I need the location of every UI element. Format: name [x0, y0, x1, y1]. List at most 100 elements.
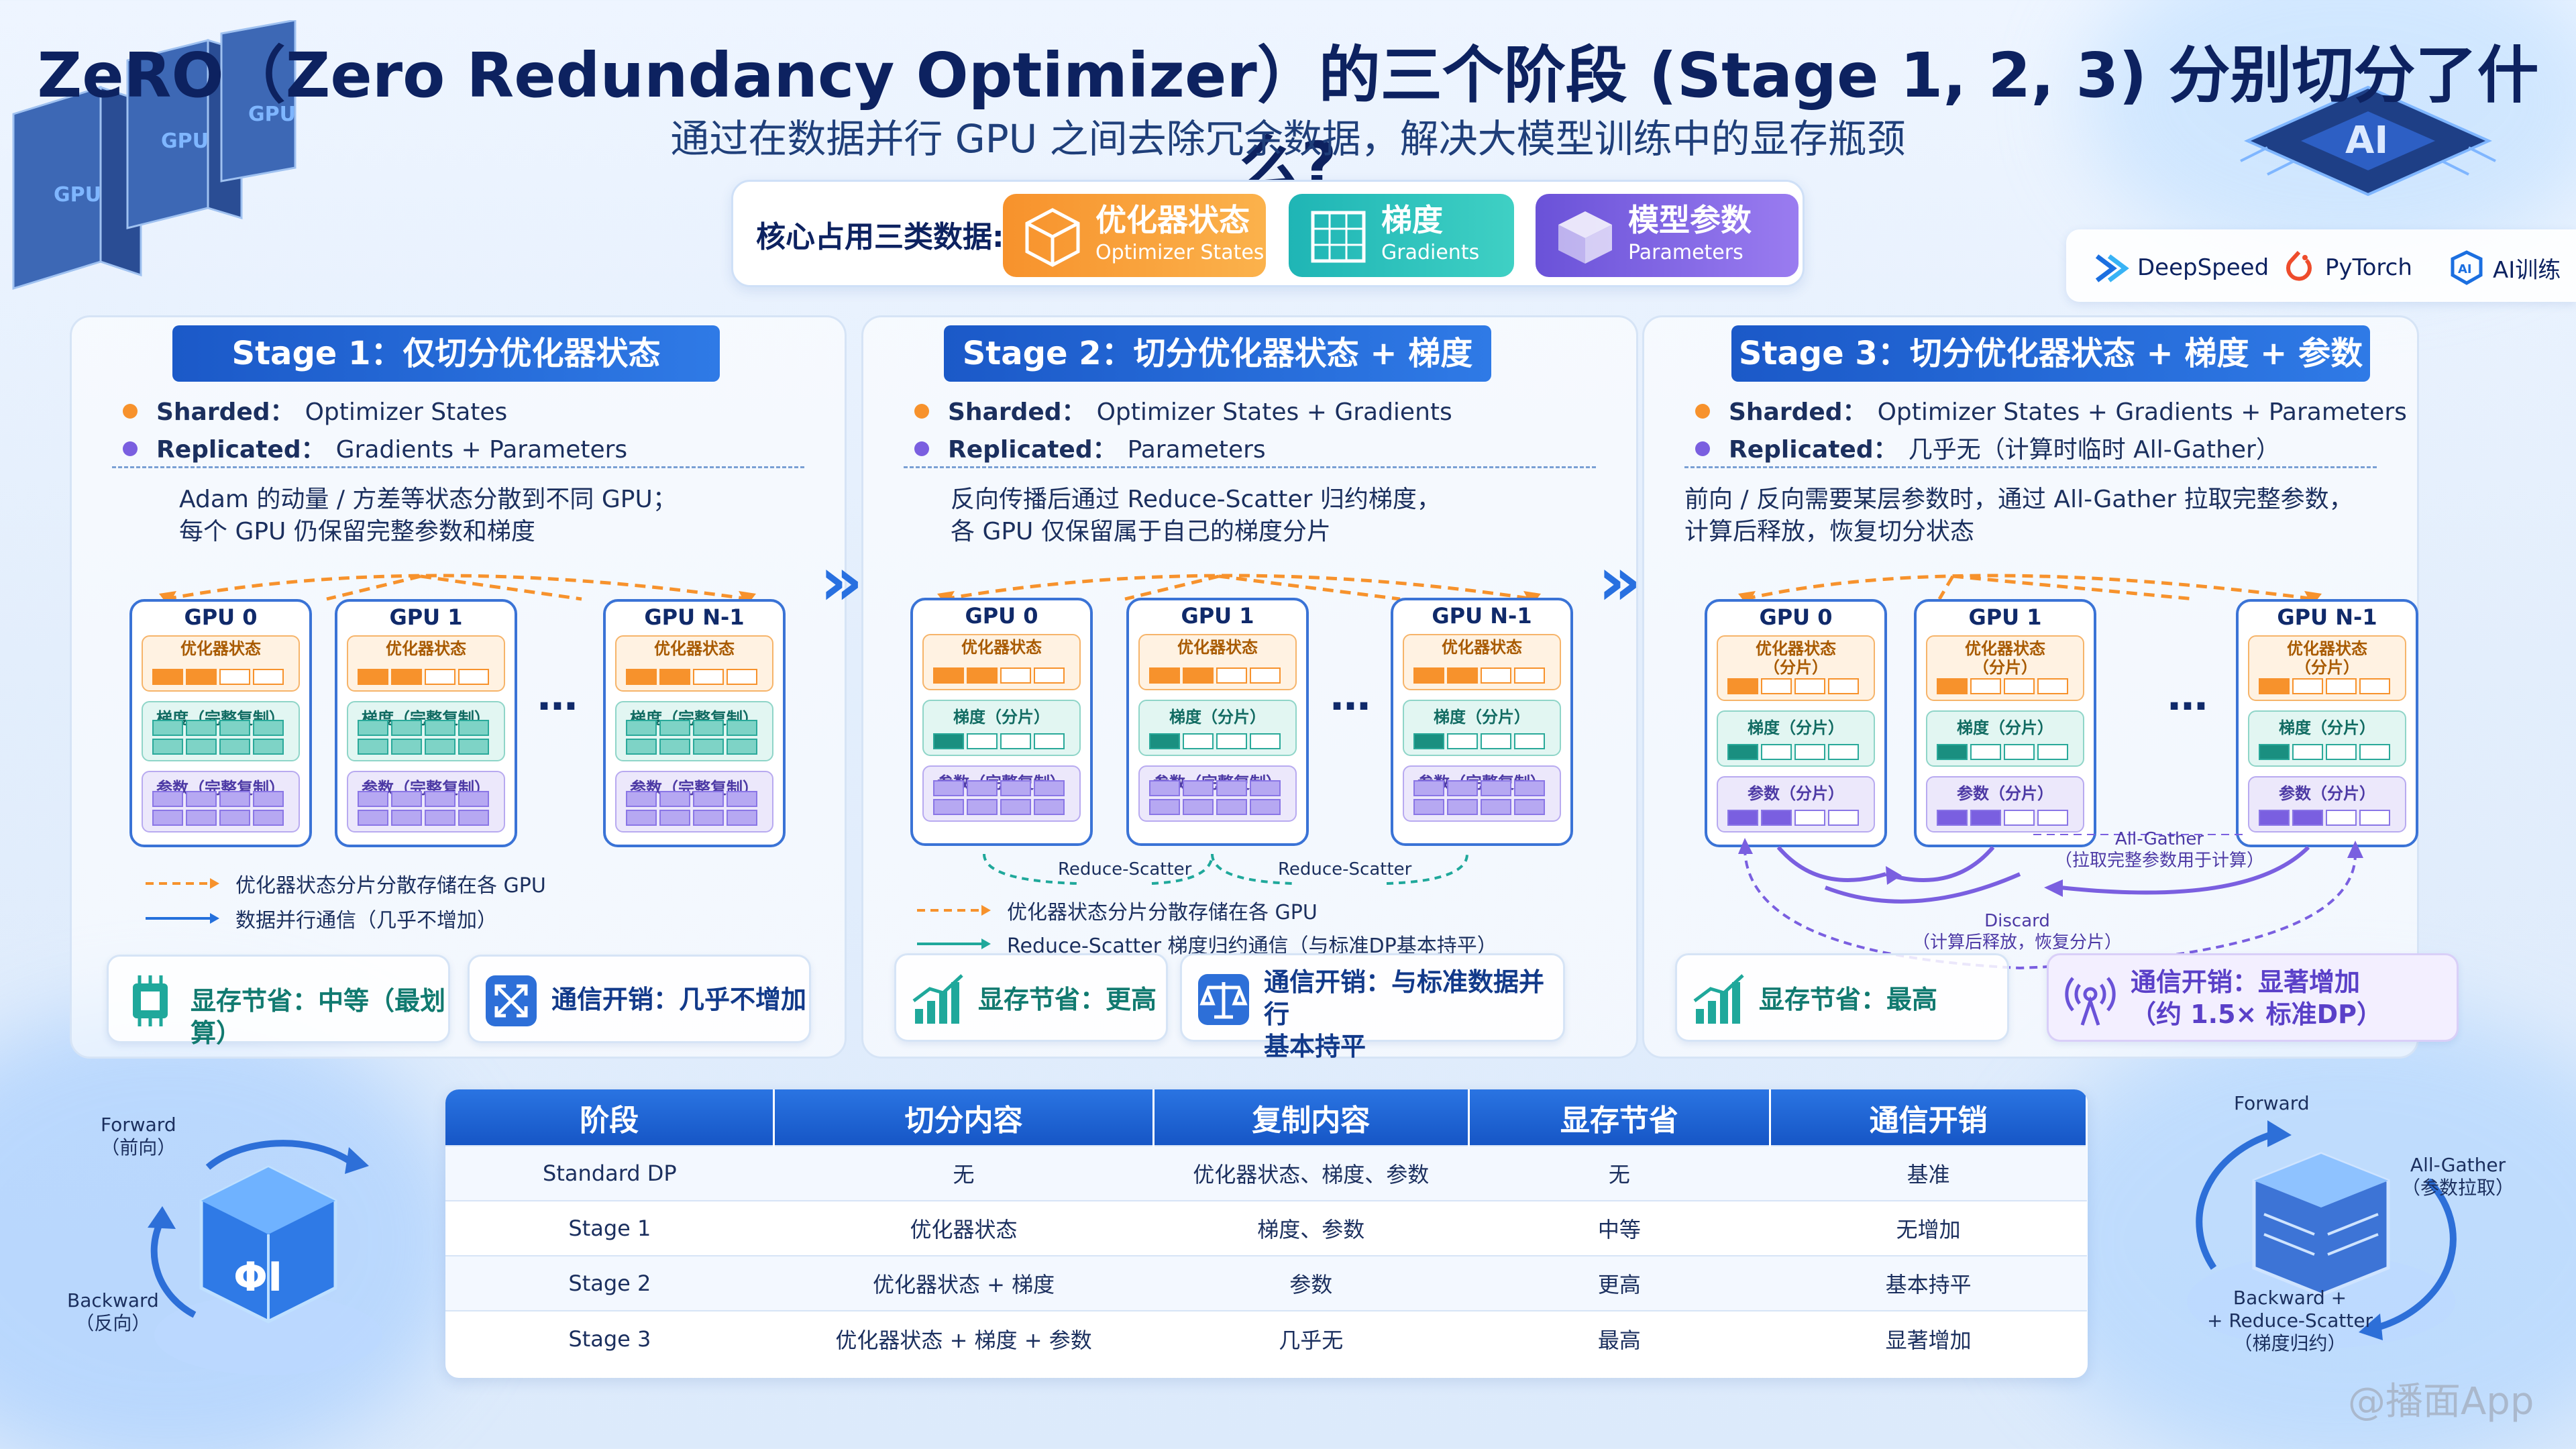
block-label: 优化器状态 （分片） [1756, 639, 1836, 677]
orange-dot-icon [914, 404, 929, 419]
block-label: 优化器状态 [961, 638, 1042, 657]
optimizer-block: 优化器状态 [922, 634, 1081, 690]
data-cell [458, 791, 489, 807]
block-label: 优化器状态 （分片） [1965, 639, 2045, 677]
data-cell [1794, 678, 1825, 694]
balance-scale-icon [1198, 974, 1249, 1025]
data-cell [358, 739, 388, 755]
data-cell [2259, 744, 2290, 760]
network-icon [486, 975, 537, 1026]
watermark: @播面App [2348, 1380, 2534, 1424]
data-cell [1413, 667, 1444, 684]
replicated-label: Replicated： [156, 436, 325, 464]
sharded-label: Sharded： [1729, 398, 1867, 426]
block-label: 优化器状态 [1442, 638, 1522, 657]
forward-label: Forward （前向） [101, 1114, 176, 1159]
summary-table: 阶段 切分内容 复制内容 显存节省 通信开销 Standard DP 无优化器状态、梯度、… [445, 1089, 2088, 1378]
data-cell [425, 720, 455, 736]
ellipsis: … [2167, 673, 2208, 720]
data-cell [1216, 799, 1247, 815]
data-cell [626, 810, 657, 826]
data-cell [967, 799, 998, 815]
broadcast-icon [2065, 977, 2116, 1026]
data-cell [186, 739, 217, 755]
data-cell [458, 669, 489, 685]
core-data-label: 核心占用三类数据: [756, 220, 1004, 254]
data-cell [1034, 733, 1065, 749]
block-label: 参数（分片） [1748, 784, 1844, 803]
data-cell [1216, 780, 1247, 796]
sharded-row: Sharded： Optimizer States + Gradients [914, 392, 1452, 427]
data-cell [1761, 810, 1792, 826]
memory-saving-card: 显存节省：中等（最划算） [107, 955, 450, 1048]
gpu-name: GPU 0 [965, 603, 1038, 629]
data-cell [1937, 678, 1968, 694]
stage-description: Adam 的动量 / 方差等状态分散到不同 GPU； 每个 GPU 仍保留完整参… [179, 486, 677, 545]
data-cell [659, 739, 690, 755]
dashed-arrow-icon [146, 878, 219, 889]
data-cell [425, 810, 455, 826]
data-cell [1970, 744, 2001, 760]
stage-title: Stage 2：切分优化器状态 + 梯度 [944, 325, 1491, 382]
replicated-row: Replicated： Gradients + Parameters [123, 430, 627, 465]
deepspeed-icon [2095, 254, 2129, 282]
svg-text:AI: AI [2458, 262, 2472, 276]
gpu-card: GPU 0 优化器状态 梯度（完整复制） 参数（完整复制） [129, 599, 312, 847]
table-cell: 参数 [1153, 1255, 1469, 1311]
data-cell [2326, 744, 2357, 760]
table-cell: 最高 [1468, 1310, 1770, 1366]
gradient-block: 梯度（分片） [922, 700, 1081, 756]
gradient-block: 梯度（完整复制） [142, 701, 300, 761]
data-cell [2037, 810, 2068, 826]
data-cell [2359, 810, 2390, 826]
parameter-block: 参数（完整复制） [1403, 765, 1561, 822]
box-icon [1558, 211, 1612, 264]
gpu-name: GPU N-1 [2277, 604, 2377, 630]
brand-deepspeed: DeepSpeed [2093, 250, 2269, 286]
data-cell [1000, 780, 1031, 796]
replicated-row: Replicated： 几乎无（计算时临时 All-Gather） [1695, 430, 2280, 465]
block-label: 梯度（分片） [1169, 708, 1266, 727]
gradient-block: 梯度（完整复制） [347, 701, 505, 761]
growth-chart-icon [1693, 974, 1744, 1024]
data-cell [1727, 678, 1758, 694]
orange-dot-icon [1695, 404, 1710, 419]
data-cell [1413, 780, 1444, 796]
data-cell [727, 791, 757, 807]
brand-ai-training: AI AI训练 [2449, 250, 2561, 286]
data-cell [1183, 733, 1214, 749]
framework-brands: DeepSpeed PyTorch AI AI训练 [2066, 229, 2576, 302]
forward-backward-cube-illustration: ΦI [148, 1140, 382, 1375]
gpu-card: GPU 1 优化器状态梯度（分片） 参数（完整复制） [1126, 598, 1309, 846]
data-cell [1514, 799, 1545, 815]
data-cell [1514, 780, 1545, 796]
data-cell [1761, 678, 1792, 694]
data-cell [391, 810, 422, 826]
data-cell [933, 667, 964, 684]
data-cell [693, 791, 724, 807]
optimizer-block: 优化器状态 （分片） [1926, 635, 2084, 701]
replicated-label: Replicated： [1729, 436, 1898, 464]
reduce-scatter-arrows [983, 853, 1468, 885]
data-cell [727, 720, 757, 736]
sharded-value: Optimizer States + Gradients + Parameter… [1877, 398, 2407, 426]
table-cell: 梯度、参数 [1153, 1200, 1469, 1256]
block-label: 优化器状态 [180, 639, 261, 658]
data-cell [1481, 667, 1511, 684]
discard-label: Discard （计算后释放，恢复分片） [1913, 911, 2123, 953]
data-cell [1250, 780, 1281, 796]
data-cell [358, 791, 388, 807]
data-cell [358, 669, 388, 685]
data-cell [391, 791, 422, 807]
legend-item: 优化器状态分片分散存储在各 GPU [146, 869, 546, 898]
table-cell: 优化器状态 + 梯度 [773, 1255, 1154, 1311]
gpu-card: GPU N-1 优化器状态 （分片） 梯度（分片） 参数（分片） [2236, 599, 2418, 847]
data-cell [253, 669, 284, 685]
data-cell [693, 810, 724, 826]
gpu-card: GPU N-1 优化器状态梯度（分片） 参数（完整复制） [1391, 598, 1573, 846]
data-cell [391, 720, 422, 736]
data-cell [2326, 810, 2357, 826]
data-cell [626, 791, 657, 807]
data-cell [1828, 678, 1859, 694]
data-cell [1183, 667, 1214, 684]
